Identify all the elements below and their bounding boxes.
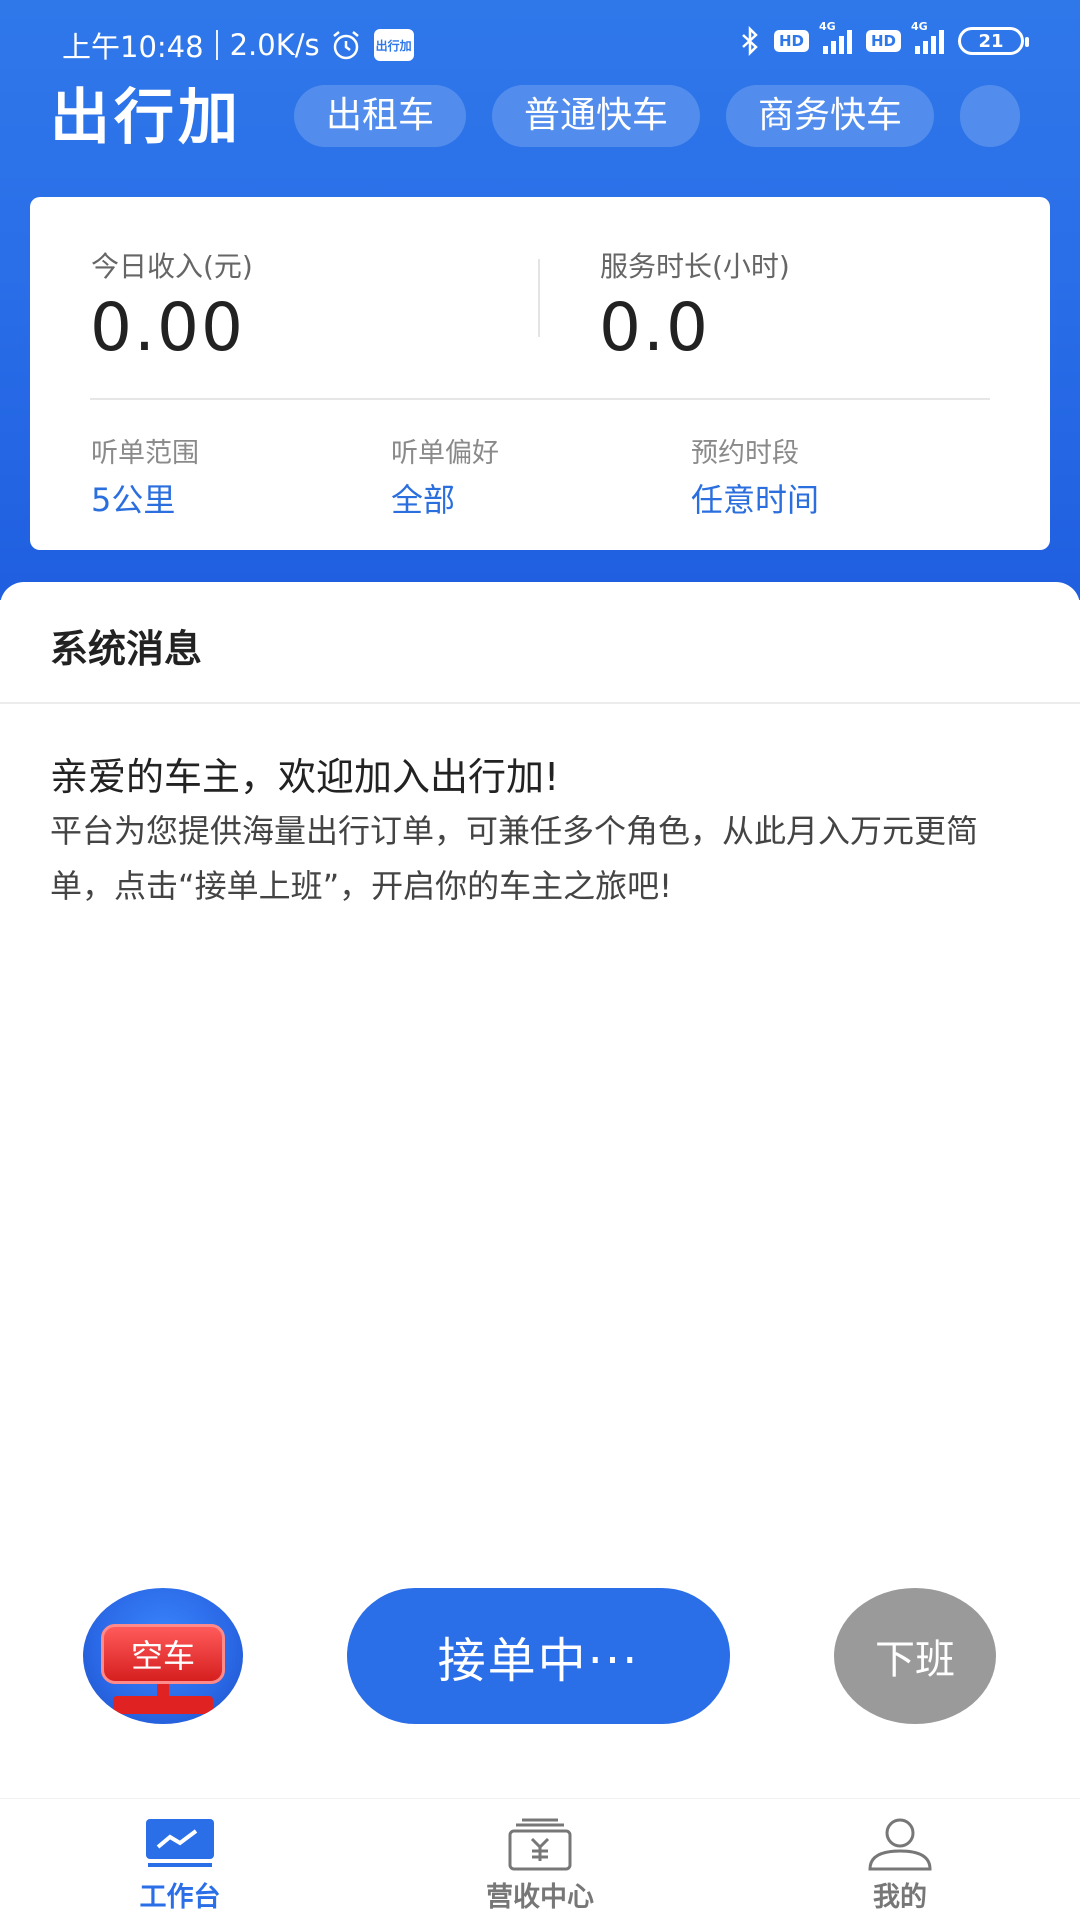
hd-badge: HD xyxy=(865,30,901,52)
accepting-orders-button[interactable]: 接单中··· xyxy=(347,1588,730,1724)
range-label: 听单范围 xyxy=(91,438,199,469)
card-divider xyxy=(90,398,990,400)
tab-business-express[interactable]: 商务快车 xyxy=(726,85,935,147)
service-tabs: 出租车 普通快车 商务快车 xyxy=(294,85,1032,149)
stats-card: 今日收入(元) 0.00 服务时长(小时) 0.0 听单范围 5公里 听单偏好 … xyxy=(30,197,1050,550)
signal-icon: 4G xyxy=(911,20,944,54)
vacant-sign-button[interactable]: 空车 xyxy=(83,1588,243,1724)
bluetooth-icon xyxy=(742,26,758,56)
app-notification-icon: 出行加 xyxy=(373,29,414,61)
status-separator xyxy=(215,30,218,60)
alarm-clock-icon xyxy=(332,31,359,60)
duration-label: 服务时长(小时) xyxy=(600,250,790,283)
status-bar-right: HD 4G HD 4G 21 xyxy=(740,20,1029,56)
off-work-button[interactable]: 下班 xyxy=(834,1588,996,1724)
battery-level: 21 xyxy=(978,30,1004,52)
duration-value: 0.0 xyxy=(599,289,710,366)
message-title: 亲爱的车主，欢迎加入出行加! xyxy=(50,755,560,799)
schedule-value[interactable]: 任意时间 xyxy=(691,475,819,521)
preference-value[interactable]: 全部 xyxy=(391,475,455,521)
nav-revenue-label: 营收中心 xyxy=(486,1882,594,1913)
network-type-label: 4G xyxy=(911,20,928,33)
revenue-icon xyxy=(508,1818,572,1871)
sign-base xyxy=(113,1696,213,1714)
tab-regular-express[interactable]: 普通快车 xyxy=(492,85,701,147)
status-network-speed: 2.0K/s xyxy=(229,28,320,62)
profile-icon xyxy=(868,1818,932,1871)
income-label: 今日收入(元) xyxy=(91,250,253,283)
section-divider xyxy=(0,702,1080,704)
status-time: 上午10:48 xyxy=(62,30,204,64)
tab-more[interactable] xyxy=(960,85,1021,147)
stats-divider xyxy=(538,259,540,337)
range-value[interactable]: 5公里 xyxy=(91,475,175,521)
preference-label: 听单偏好 xyxy=(391,438,499,469)
message-body: 平台为您提供海量出行订单，可兼任多个角色，从此月入万元更简单，点击“接单上班”，… xyxy=(50,812,979,905)
signal-icon: 4G xyxy=(819,20,852,54)
income-value: 0.00 xyxy=(90,289,245,366)
section-title: 系统消息 xyxy=(50,627,203,671)
app-logo: 出行加 xyxy=(50,83,242,153)
nav-revenue-center[interactable]: 营收中心 xyxy=(440,1799,640,1920)
workbench-icon xyxy=(146,1819,214,1867)
hd-badge: HD xyxy=(773,30,809,52)
nav-profile[interactable]: 我的 xyxy=(800,1799,1000,1920)
bottom-nav: 工作台 营收中心 我的 xyxy=(0,1798,1080,1920)
tab-taxi[interactable]: 出租车 xyxy=(294,85,467,147)
battery-icon: 21 xyxy=(958,27,1029,55)
nav-profile-label: 我的 xyxy=(873,1882,927,1913)
vacant-sign-label: 空车 xyxy=(101,1624,225,1684)
network-type-label: 4G xyxy=(818,20,836,33)
status-bar-left: 上午10:48 2.0K/s 出行加 xyxy=(62,24,414,66)
nav-workbench[interactable]: 工作台 xyxy=(80,1799,280,1920)
schedule-label: 预约时段 xyxy=(691,438,799,469)
nav-workbench-label: 工作台 xyxy=(139,1882,221,1913)
status-bar: 上午10:48 2.0K/s 出行加 HD 4G HD 4G 21 xyxy=(0,20,1080,66)
